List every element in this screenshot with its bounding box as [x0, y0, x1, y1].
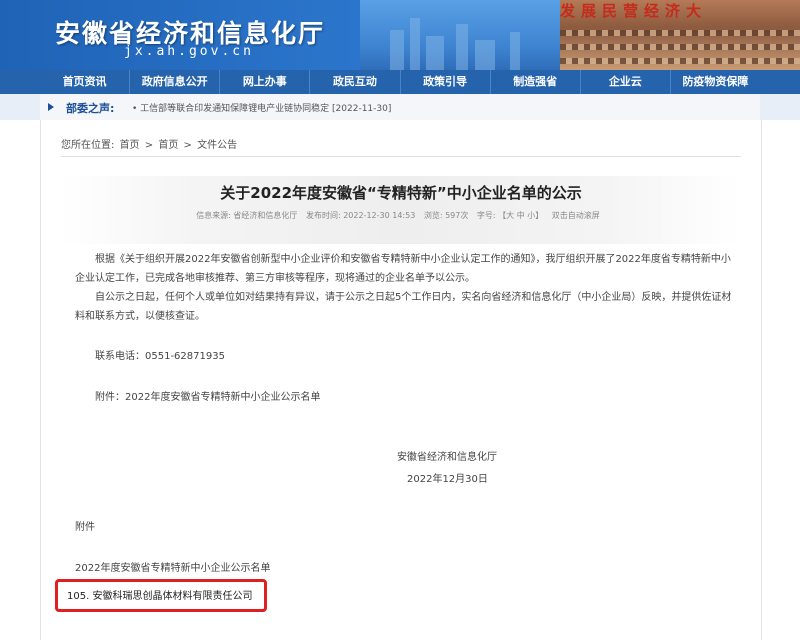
news-ticker: 部委之声: • 工信部等联合印发通知保障锂电产业链协同稳定 [2022-11-3… [0, 94, 800, 121]
nav-item-epidemic-supplies[interactable]: 防疫物资保障 [671, 70, 760, 94]
meta-views: 浏览: 597次 [423, 211, 469, 220]
news-link[interactable]: • 工信部等联合印发通知保障锂电产业链协同稳定 [2022-11-30] [132, 101, 391, 114]
banner-slogan: 发展民营经济大 [560, 2, 708, 20]
body-paragraph: 自公示之日起，任何个人或单位如对结果持有异议，请于公示之日起5个工作日内，实名向… [75, 292, 732, 322]
main-nav: 首页资讯 政府信息公开 网上办事 政民互动 政策引导 制造强省 企业云 防疫物资… [0, 70, 800, 94]
meta-source: 信息来源: 省经济和信息化厅 [196, 211, 298, 220]
highlight-box [55, 579, 267, 612]
body-paragraph: 根据《关于组织开展2022年安徽省创新型中小企业评价和安徽省专精特新中小企业认定… [75, 254, 731, 284]
signature-org: 安徽省经济和信息化厅 [397, 452, 497, 463]
article-title: 关于2022年度安徽省“专精特新”中小企业名单的公示 [220, 184, 582, 202]
appendix-label: 附件 [75, 522, 95, 533]
nav-item-manufacturing[interactable]: 制造强省 [491, 70, 581, 94]
city-skyline-image [360, 0, 560, 70]
article-page: 您所在位置: 首页 > 首页 > 文件公告 关于2022年度安徽省“专精特新”中… [40, 120, 762, 640]
news-label: 部委之声: [66, 102, 115, 115]
breadcrumb-prefix: 您所在位置: [61, 140, 115, 151]
article-body: 根据《关于组织开展2022年安徽省创新型中小企业评价和安徽省专精特新中小企业认定… [75, 250, 735, 326]
breadcrumb-home[interactable]: 首页 [120, 140, 140, 151]
article-header: 关于2022年度安徽省“专精特新”中小企业名单的公示 信息来源: 省经济和信息化… [61, 176, 741, 244]
meta-time: 发布时间: 2022-12-30 14:53 [305, 211, 416, 220]
signature-date: 2022年12月30日 [407, 474, 488, 485]
site-domain: jx.ah.gov.cn [124, 44, 254, 59]
font-size-switch[interactable]: 字号: 【大 中 小】 [477, 211, 543, 220]
nav-item-home-news[interactable]: 首页资讯 [40, 70, 131, 94]
megaphone-icon [48, 103, 54, 111]
nav-item-gov-info[interactable]: 政府信息公开 [130, 70, 221, 94]
nav-item-enterprise-cloud[interactable]: 企业云 [581, 70, 671, 94]
appendix-title: 2022年度安徽省专精特新中小企业公示名单 [75, 563, 271, 574]
breadcrumb: 您所在位置: 首页 > 首页 > 文件公告 [61, 136, 741, 157]
header-banner: 发展民营经济大 安徽省经济和信息化厅 jx.ah.gov.cn [0, 0, 800, 70]
auto-scroll-toggle[interactable]: 双击自动滚屏 [552, 211, 600, 220]
breadcrumb-home-2[interactable]: 首页 [158, 140, 178, 151]
nav-item-interaction[interactable]: 政民互动 [310, 70, 401, 94]
attachment-link[interactable]: 附件：2022年度安徽省专精特新中小企业公示名单 [95, 388, 320, 403]
contact-phone: 联系电话：0551-62871935 [95, 351, 225, 362]
nav-item-policy[interactable]: 政策引导 [401, 70, 491, 94]
nav-item-online-services[interactable]: 网上办事 [220, 70, 311, 94]
article-meta: 信息来源: 省经济和信息化厅 发布时间: 2022-12-30 14:53 浏览… [61, 210, 741, 221]
breadcrumb-announcements[interactable]: 文件公告 [197, 140, 237, 151]
